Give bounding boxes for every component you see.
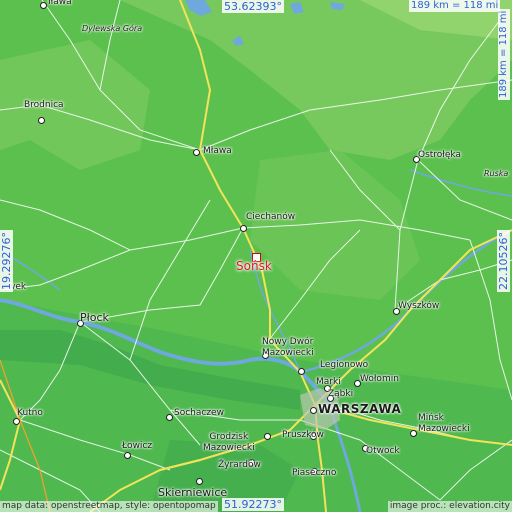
city-ilawa: Iława	[48, 0, 72, 7]
city-grodzisk: Grodzisk Mazowiecki	[203, 432, 255, 453]
city-nowy-dwor: Nowy Dwór Mazowiecki	[262, 337, 314, 358]
town-marker	[124, 452, 131, 459]
city-otwock: Otwock	[366, 446, 400, 456]
city-skierniewice: Skierniewice	[158, 486, 228, 499]
town-marker	[13, 418, 20, 425]
city-zyrardow: Żyrardów	[218, 460, 261, 470]
coord-left-longitude: 19.29276°	[0, 230, 13, 292]
city-ruska: Ruska	[484, 169, 509, 178]
scale-vertical: 189 km = 118 mi	[498, 8, 510, 100]
city-plock: Płock	[80, 311, 109, 324]
town-marker	[310, 407, 317, 414]
city-warszawa: WARSZAWA	[318, 402, 402, 416]
city-ostroleka: Ostrołęka	[418, 150, 461, 160]
town-marker	[410, 430, 417, 437]
credit-image-processing: image proc.: elevation.city	[387, 501, 512, 512]
town-marker	[40, 2, 47, 9]
city-pruszkow: Pruszków	[282, 430, 324, 440]
city-wolomin: Wołomin	[360, 374, 399, 384]
peak-dylewska-gora: Dylewska Góra	[82, 24, 143, 33]
coord-bottom-latitude: 51.92273°	[222, 498, 284, 511]
city-marki: Marki	[316, 377, 341, 387]
city-minsk: Mińsk Mazowiecki	[418, 413, 470, 434]
town-marker	[298, 368, 305, 375]
town-marker	[264, 433, 271, 440]
city-legionowo: Legionowo	[320, 360, 369, 370]
city-zabki: Ząbki	[328, 389, 354, 399]
city-mlawa: Mława	[203, 146, 232, 156]
coord-top-latitude: 53.62393°	[222, 0, 284, 13]
target-location-label: Sońsk	[236, 259, 272, 273]
city-kutno: Kutno	[17, 408, 43, 418]
town-marker	[193, 149, 200, 156]
city-ciechanow: Ciechanów	[246, 212, 296, 222]
coord-right-longitude: 22.10526°	[497, 230, 510, 292]
town-marker	[38, 117, 45, 124]
city-lowicz: Łowicz	[122, 441, 153, 451]
city-sochaczew: Sochaczew	[174, 408, 224, 418]
city-piaseczno: Piaseczno	[292, 468, 337, 478]
town-marker	[196, 478, 203, 485]
elevation-map[interactable]: Iława Dylewska Góra Brodnica Mława Ostro…	[0, 0, 512, 512]
scale-horizontal: 189 km = 118 mi	[409, 0, 501, 12]
credit-map-data: map data: openstreetmap, style: opentopo…	[0, 501, 218, 512]
town-marker	[166, 414, 173, 421]
city-brodnica: Brodnica	[24, 100, 64, 110]
town-marker	[240, 225, 247, 232]
city-wyszkow: Wyszków	[398, 301, 440, 311]
